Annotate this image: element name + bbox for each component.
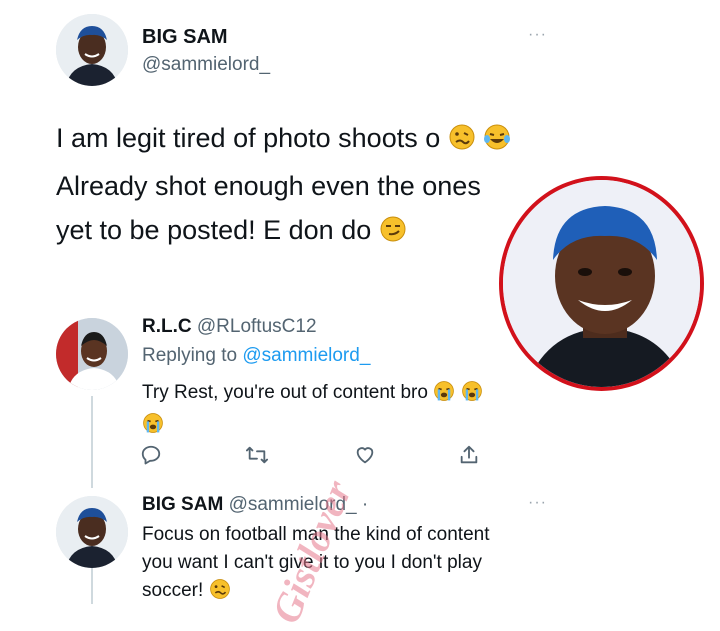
loudly-crying-emoji-icon (461, 380, 483, 411)
reply-icon (141, 445, 161, 465)
avatar-big-sam-reply[interactable] (56, 496, 128, 568)
retweet-button[interactable] (240, 438, 274, 472)
thread-line (91, 396, 93, 488)
reply1-text: Try Rest, you're out of content bro (142, 382, 428, 403)
like-icon (356, 447, 374, 464)
smirk-emoji-icon (379, 212, 407, 256)
reply1-header: R.L.C @RLoftusC12 (142, 316, 317, 338)
replying-to-handle-link[interactable]: @sammielord_ (242, 345, 370, 366)
tweet-text-line: I am legit tired of photo shoots o (56, 123, 441, 153)
reply2-text-line: you want I can't give it to you I don't … (142, 552, 482, 573)
share-button[interactable] (452, 438, 486, 472)
woozy-face-emoji-icon (448, 120, 476, 164)
loudly-crying-emoji-icon (433, 380, 455, 411)
reply2-text-line: Focus on football man the kind of conten… (142, 524, 490, 545)
tweet-handle[interactable]: @sammielord_ (142, 54, 270, 76)
tweet-display-name[interactable]: BIG SAM (142, 26, 228, 49)
profile-photo-circle (499, 176, 704, 391)
replying-to-label: Replying to (142, 345, 238, 366)
reply2-separator: · (361, 494, 369, 515)
tweet-text-line: Already shot enough even the ones (56, 171, 481, 201)
reply1-text-block: Try Rest, you're out of content bro (142, 379, 502, 443)
share-icon (460, 445, 478, 464)
tears-of-joy-emoji-icon (483, 120, 511, 164)
tweet-text-line: yet to be posted! E don do (56, 215, 372, 245)
reply2-more-button[interactable]: ··· (528, 494, 547, 512)
thread-line (91, 568, 93, 604)
reply1-display-name[interactable]: R.L.C (142, 316, 192, 337)
reply2-text-line: soccer! (142, 580, 204, 601)
reply2-display-name[interactable]: BIG SAM (142, 494, 223, 515)
reply2-text-block: Focus on football man the kind of conten… (142, 521, 562, 609)
woozy-face-emoji-icon (209, 578, 231, 609)
reply1-handle[interactable]: @RLoftusC12 (197, 316, 317, 337)
reply-button[interactable] (134, 438, 168, 472)
reply1-replying-to: Replying to @sammielord_ (142, 345, 370, 367)
avatar-rlc[interactable] (56, 318, 128, 390)
tweet-more-button[interactable]: ··· (528, 26, 547, 44)
avatar-big-sam[interactable] (56, 14, 128, 86)
retweet-icon (246, 446, 269, 464)
like-button[interactable] (348, 438, 382, 472)
